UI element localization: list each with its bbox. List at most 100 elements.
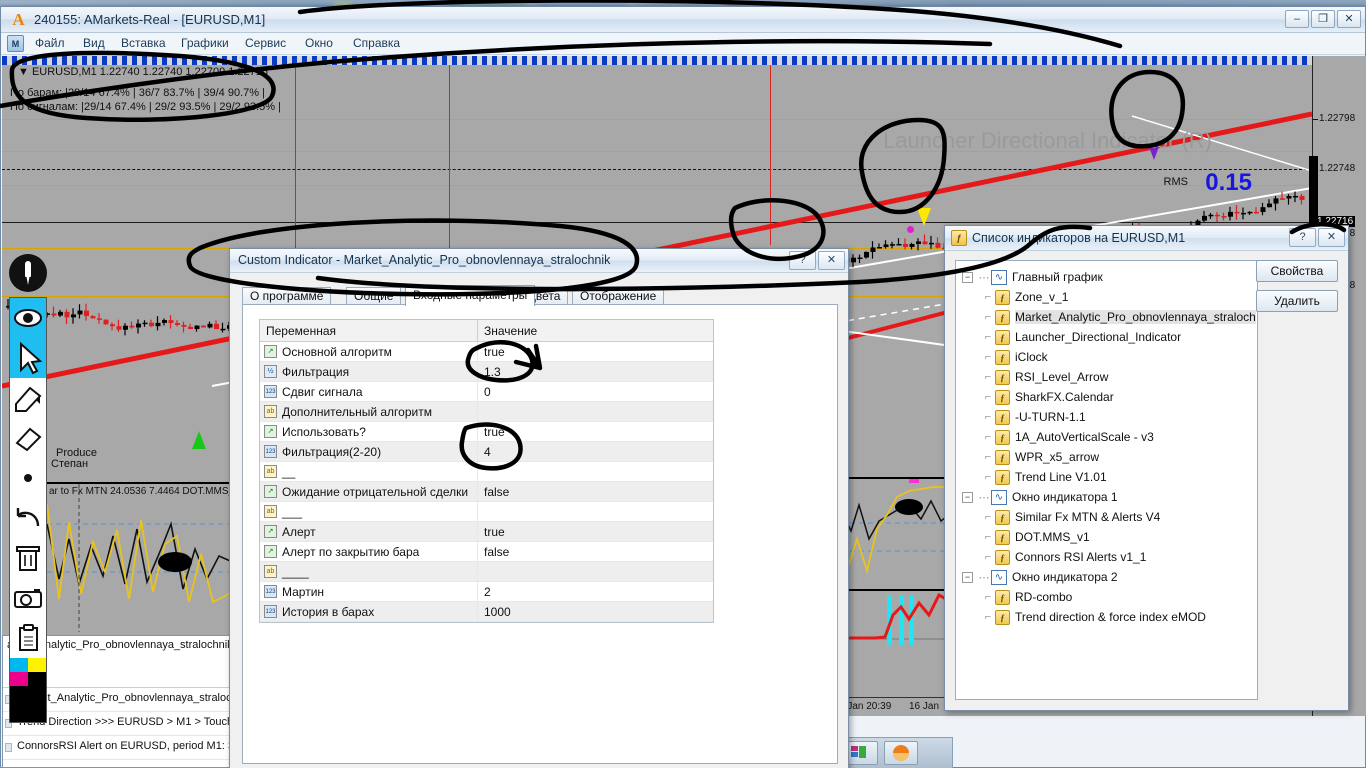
undo-icon[interactable] (10, 498, 46, 538)
indicator-subwindow-left[interactable] (47, 482, 237, 632)
pen-tool[interactable] (9, 254, 47, 292)
clipboard-icon[interactable] (10, 618, 46, 658)
collapse-icon[interactable]: − (962, 491, 973, 503)
ci-dialog-titlebar[interactable]: Custom Indicator - Market_Analytic_Pro_o… (230, 249, 848, 273)
tree-item[interactable]: ⌐ ƒ Similar Fx MTN & Alerts V4 (962, 507, 1257, 527)
menu-view[interactable]: Вид (83, 36, 105, 50)
bottom-taskbar[interactable] (837, 737, 953, 768)
parameter-row[interactable]: 123 Фильтрация(2-20) 4 (260, 442, 713, 462)
properties-button[interactable]: Свойства (1256, 260, 1338, 282)
tree-item[interactable]: ⌐ ƒ RSI_Level_Arrow (962, 367, 1257, 387)
menu-insert[interactable]: Вставка (121, 36, 166, 50)
parameter-value-cell[interactable]: 4 (478, 442, 713, 461)
parameter-rows[interactable]: ↗ Основной алгоритм true ½ Фильтрация 1.3 123 С… (260, 342, 713, 622)
il-dialog-titlebar[interactable]: ƒ Список индикаторов на EURUSD,M1 ? ✕ (945, 226, 1348, 251)
tree-item[interactable]: ⌐ ƒ iClock (962, 347, 1257, 367)
tab-visualization[interactable]: Отображение (572, 287, 665, 305)
tree-item[interactable]: ⌐ ƒ SharkFX.Calendar (962, 387, 1257, 407)
terminal-row-2[interactable]: ConnorsRSI Alert on EURUSD, period M1: S… (3, 736, 237, 760)
parameter-value-cell[interactable]: 1000 (478, 602, 713, 621)
palette-magenta[interactable] (10, 672, 28, 686)
indicator-list-dialog[interactable]: ƒ Список индикаторов на EURUSD,M1 ? ✕ − ⋯… (944, 225, 1349, 711)
palette-current-black[interactable] (10, 686, 46, 722)
parameter-row[interactable]: ↗ Использовать? true (260, 422, 713, 442)
tree-group[interactable]: − ⋯ ∿ Окно индикатора 1 (962, 487, 1257, 507)
parameter-value-cell[interactable] (478, 402, 713, 421)
parameter-value-cell[interactable]: 1.3 (478, 362, 713, 381)
parameter-value-cell[interactable] (478, 502, 713, 521)
tree-item[interactable]: ⌐ ƒ Market_Analytic_Pro_obnovlennaya_stral… (962, 307, 1257, 327)
il-close-button[interactable]: ✕ (1318, 228, 1345, 247)
tree-group[interactable]: − ⋯ ∿ Окно индикатора 2 (962, 567, 1257, 587)
parameter-row[interactable]: 123 Сдвиг сигнала 0 (260, 382, 713, 402)
close-button[interactable]: ✕ (1337, 10, 1361, 28)
parameter-value-cell[interactable]: true (478, 422, 713, 441)
parameter-row[interactable]: ½ Фильтрация 1.3 (260, 362, 713, 382)
menu-file[interactable]: Файл (35, 36, 65, 50)
tree-item[interactable]: ⌐ ƒ Connors RSI Alerts v1_1 (962, 547, 1257, 567)
camera-icon[interactable] (10, 578, 46, 618)
charts-icon[interactable] (844, 741, 878, 765)
eye-icon[interactable] (10, 298, 46, 338)
dot-icon[interactable] (10, 458, 46, 498)
tab-about[interactable]: О программе (242, 287, 332, 305)
color-palette[interactable] (10, 658, 46, 686)
tree-item[interactable]: ⌐ ƒ WPR_x5_arrow (962, 447, 1257, 467)
maximize-button[interactable]: ❐ (1311, 10, 1335, 28)
parameter-row[interactable]: ↗ Алерт по закрытию бара false (260, 542, 713, 562)
custom-indicator-dialog[interactable]: Custom Indicator - Market_Analytic_Pro_o… (229, 248, 849, 768)
cursor-icon[interactable] (10, 338, 46, 378)
parameter-row[interactable]: 123 История в барах 1000 (260, 602, 713, 622)
delete-button[interactable]: Удалить (1256, 290, 1338, 312)
tree-item[interactable]: ⌐ ƒ Launcher_Directional_Indicator (962, 327, 1257, 347)
parameter-table[interactable]: Переменная Значение ↗ Основной алгоритм tr… (259, 319, 714, 623)
parameter-row[interactable]: ↗ Ожидание отрицательной сделки false (260, 482, 713, 502)
parameter-row[interactable]: ↗ Основной алгоритм true (260, 342, 713, 362)
drawing-toolbar[interactable] (9, 297, 47, 723)
menu-service[interactable]: Сервис (245, 36, 286, 50)
tab-inputs[interactable]: Входные параметры (405, 285, 536, 306)
parameter-value-cell[interactable]: 0 (478, 382, 713, 401)
palette-black[interactable] (28, 672, 46, 686)
parameter-value-cell[interactable]: true (478, 522, 713, 541)
parameter-value-cell[interactable]: false (478, 482, 713, 501)
parameter-value-cell[interactable]: false (478, 542, 713, 561)
ci-close-button[interactable]: ✕ (818, 251, 845, 270)
tree-group[interactable]: − ⋯ ∿ Главный график (962, 267, 1257, 287)
parameter-value-cell[interactable] (478, 462, 713, 481)
market-icon[interactable] (884, 741, 918, 765)
indicator-tree[interactable]: − ⋯ ∿ Главный график ⌐ ƒ Zone_v_1 ⌐ ƒ Market_Anal… (955, 260, 1258, 700)
palette-yellow[interactable] (28, 658, 46, 672)
minimize-button[interactable]: – (1285, 10, 1309, 28)
tree-item[interactable]: ⌐ ƒ Trend direction & force index eMOD (962, 607, 1257, 627)
parameter-row[interactable]: 123 Мартин 2 (260, 582, 713, 602)
parameter-row[interactable]: ab __ (260, 462, 713, 482)
tree-item[interactable]: ⌐ ƒ -U-TURN-1.1 (962, 407, 1257, 427)
menu-help[interactable]: Справка (353, 36, 400, 50)
indicator-subwindow-1[interactable] (841, 477, 949, 697)
chart-window-icon[interactable]: M (7, 35, 24, 52)
tree-item[interactable]: ⌐ ƒ 1A_AutoVerticalScale - v3 (962, 427, 1257, 447)
tab-common[interactable]: Общие (346, 287, 402, 305)
collapse-icon[interactable]: − (962, 271, 973, 283)
parameter-value-cell[interactable]: true (478, 342, 713, 361)
parameter-value-cell[interactable]: 2 (478, 582, 713, 601)
il-help-button[interactable]: ? (1289, 228, 1316, 247)
eraser-icon[interactable] (10, 418, 46, 458)
parameter-row[interactable]: ↗ Алерт true (260, 522, 713, 542)
menu-window[interactable]: Окно (305, 36, 333, 50)
collapse-icon[interactable]: − (962, 571, 973, 583)
menu-charts[interactable]: Графики (181, 36, 229, 50)
parameter-row[interactable]: ab ___ (260, 502, 713, 522)
marker-icon[interactable] (10, 378, 46, 418)
palette-cyan[interactable] (10, 658, 28, 672)
trash-icon[interactable] (10, 538, 46, 578)
ci-help-button[interactable]: ? (789, 251, 816, 270)
parameter-row[interactable]: ab ____ (260, 562, 713, 582)
tree-item[interactable]: ⌐ ƒ Zone_v_1 (962, 287, 1257, 307)
parameter-value-cell[interactable] (478, 562, 713, 581)
tree-item[interactable]: ⌐ ƒ RD-combo (962, 587, 1257, 607)
tree-item[interactable]: ⌐ ƒ DOT.MMS_v1 (962, 527, 1257, 547)
tree-item[interactable]: ⌐ ƒ Trend Line V1.01 (962, 467, 1257, 487)
parameter-row[interactable]: ab Дополнительный алгоритм (260, 402, 713, 422)
